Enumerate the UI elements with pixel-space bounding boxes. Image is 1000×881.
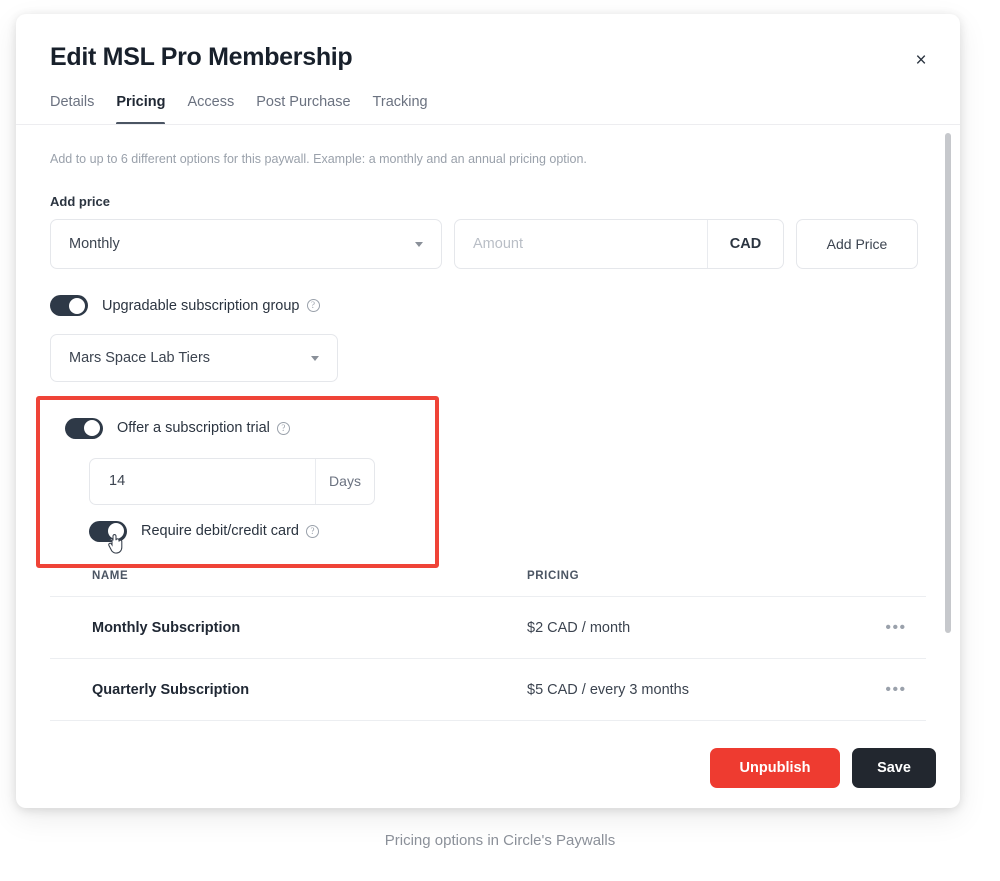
- chevron-down-icon: [311, 355, 319, 361]
- page-title: Edit MSL Pro Membership: [50, 43, 353, 71]
- row-overflow-menu-icon[interactable]: •••: [874, 619, 918, 635]
- tab-details[interactable]: Details: [50, 94, 94, 125]
- billing-interval-select[interactable]: Monthly: [50, 219, 442, 269]
- offer-trial-label: Offer a subscription trial: [117, 420, 270, 436]
- subscription-trial-highlight: Offer a subscription trial ? Days Requir…: [36, 395, 439, 568]
- price-table: NAME PRICING Monthly Subscription $2 CAD…: [50, 570, 926, 721]
- info-icon[interactable]: ?: [276, 421, 290, 435]
- column-header-pricing: PRICING: [527, 570, 580, 582]
- require-card-label-group: Require debit/credit card ?: [141, 523, 319, 539]
- currency-label: CAD: [707, 220, 783, 268]
- modal-footer: Unpublish Save: [710, 748, 936, 788]
- amount-field-group: CAD: [454, 219, 784, 269]
- subscription-group-select[interactable]: Mars Space Lab Tiers: [50, 334, 338, 382]
- screenshot-root: Edit MSL Pro Membership × Details Pricin…: [0, 0, 1000, 881]
- table-row[interactable]: Monthly Subscription $2 CAD / month •••: [50, 597, 926, 659]
- tab-access[interactable]: Access: [187, 94, 234, 125]
- close-icon[interactable]: ×: [908, 48, 934, 74]
- unpublish-button[interactable]: Unpublish: [710, 748, 840, 788]
- figure-caption: Pricing options in Circle's Paywalls: [384, 832, 616, 849]
- trial-duration-unit: Days: [315, 458, 374, 504]
- toggle-knob: [84, 420, 100, 436]
- add-price-button[interactable]: Add Price: [796, 219, 918, 269]
- chevron-down-icon: [415, 241, 423, 247]
- require-card-label: Require debit/credit card: [141, 523, 299, 539]
- row-overflow-menu-icon[interactable]: •••: [874, 681, 918, 697]
- add-price-row: Monthly CAD Add Price: [50, 219, 926, 269]
- subscription-group-value: Mars Space Lab Tiers: [69, 350, 211, 366]
- info-icon[interactable]: ?: [305, 524, 319, 538]
- require-card-toggle[interactable]: [89, 520, 127, 542]
- row-pricing: $5 CAD / every 3 months: [527, 681, 689, 698]
- trial-toggle-row: Offer a subscription trial ?: [65, 417, 435, 439]
- table-row[interactable]: Quarterly Subscription $5 CAD / every 3 …: [50, 659, 926, 721]
- billing-interval-value: Monthly: [69, 236, 120, 252]
- upgradable-group-row: Upgradable subscription group ?: [50, 295, 926, 316]
- column-header-name: NAME: [92, 570, 129, 582]
- upgradable-subscription-toggle[interactable]: [50, 295, 88, 316]
- upgradable-subscription-label-group: Upgradable subscription group ?: [102, 298, 320, 314]
- modal-scrollbar-track[interactable]: [944, 131, 952, 767]
- row-name: Monthly Subscription: [92, 619, 241, 636]
- info-icon[interactable]: ?: [306, 299, 320, 312]
- upgradable-subscription-label: Upgradable subscription group: [102, 297, 300, 314]
- pricing-panel: Add to up to 6 different options for thi…: [16, 125, 960, 773]
- amount-input[interactable]: [455, 220, 707, 268]
- tab-post-purchase[interactable]: Post Purchase: [256, 94, 350, 125]
- tab-bar: Details Pricing Access Post Purchase Tra…: [16, 94, 960, 125]
- require-card-row: Require debit/credit card ?: [89, 520, 435, 554]
- add-price-label: Add price: [50, 194, 110, 209]
- row-name: Quarterly Subscription: [92, 681, 250, 698]
- modal-header: Edit MSL Pro Membership ×: [16, 14, 960, 72]
- table-header-row: NAME PRICING: [50, 570, 926, 597]
- edit-membership-modal: Edit MSL Pro Membership × Details Pricin…: [16, 14, 960, 808]
- tab-tracking[interactable]: Tracking: [373, 94, 428, 125]
- trial-duration-group: Days: [89, 457, 375, 505]
- trial-duration-input[interactable]: [90, 458, 315, 504]
- save-button[interactable]: Save: [852, 748, 936, 788]
- offer-trial-label-group: Offer a subscription trial ?: [117, 420, 290, 436]
- toggle-knob: [108, 523, 124, 539]
- pricing-hint: Add to up to 6 different options for thi…: [50, 151, 587, 166]
- toggle-knob: [69, 297, 85, 314]
- modal-scrollbar-thumb[interactable]: [945, 132, 951, 633]
- offer-trial-toggle[interactable]: [65, 417, 103, 439]
- row-pricing: $2 CAD / month: [527, 619, 631, 636]
- tab-pricing[interactable]: Pricing: [116, 94, 166, 125]
